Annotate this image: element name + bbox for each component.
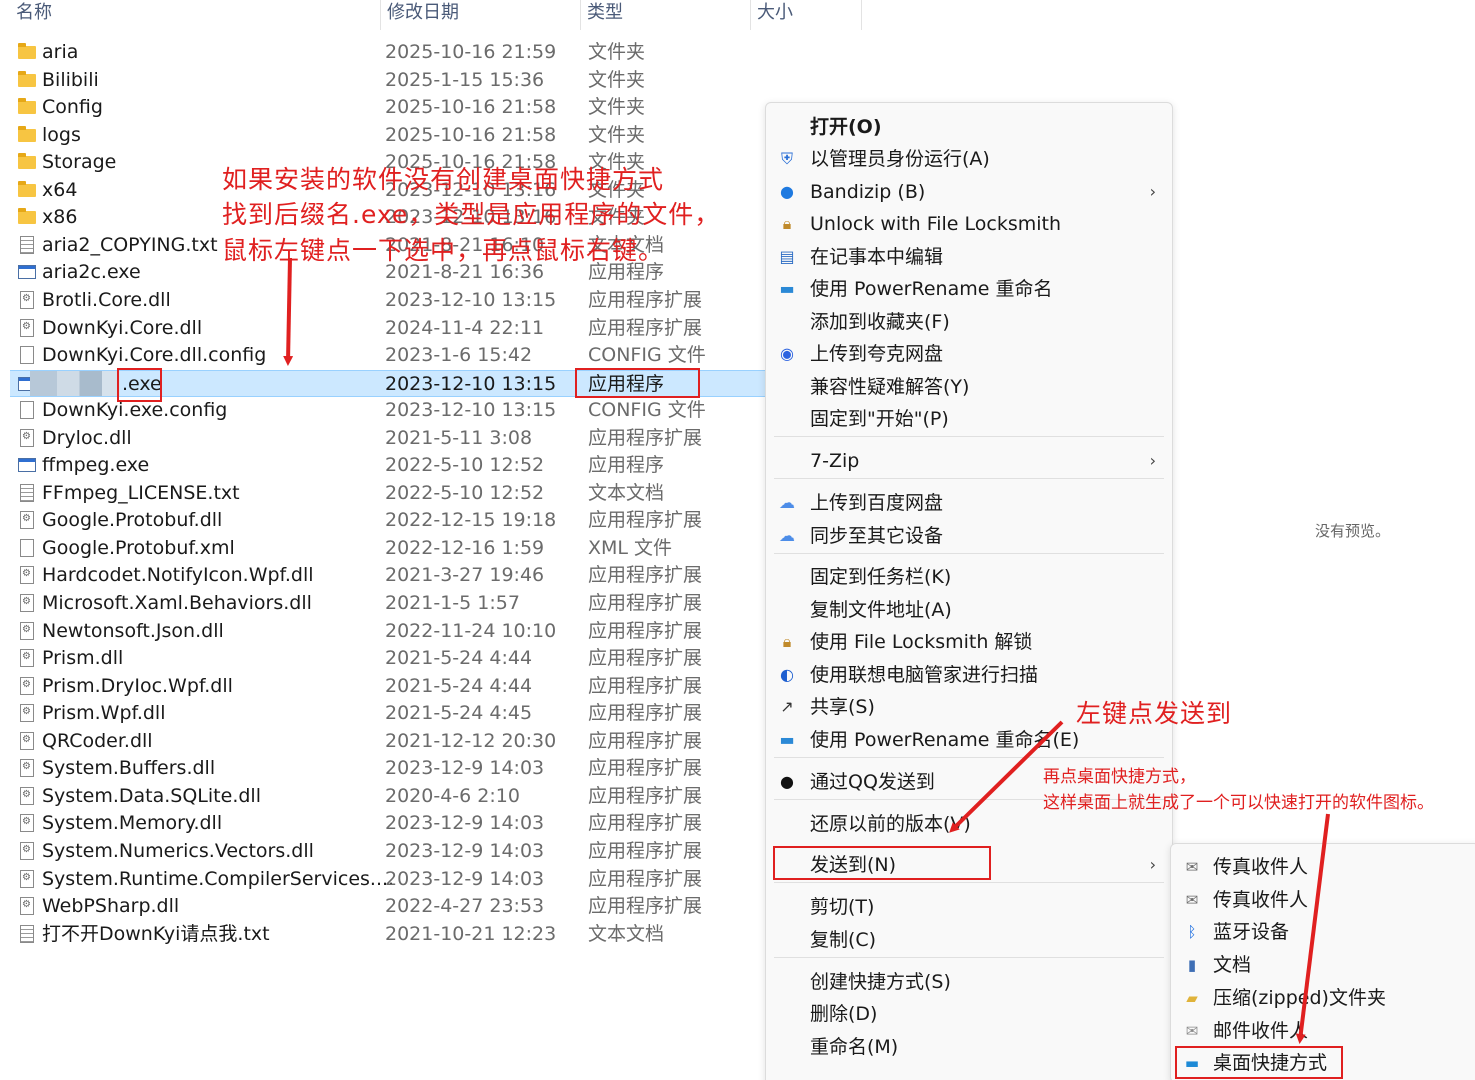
annotation-arrows xyxy=(283,257,1330,1044)
arrow-to-send-to xyxy=(949,720,1064,833)
arrow-to-desktop-shortcut xyxy=(1295,813,1330,1044)
arrow-to-exe xyxy=(283,257,294,366)
